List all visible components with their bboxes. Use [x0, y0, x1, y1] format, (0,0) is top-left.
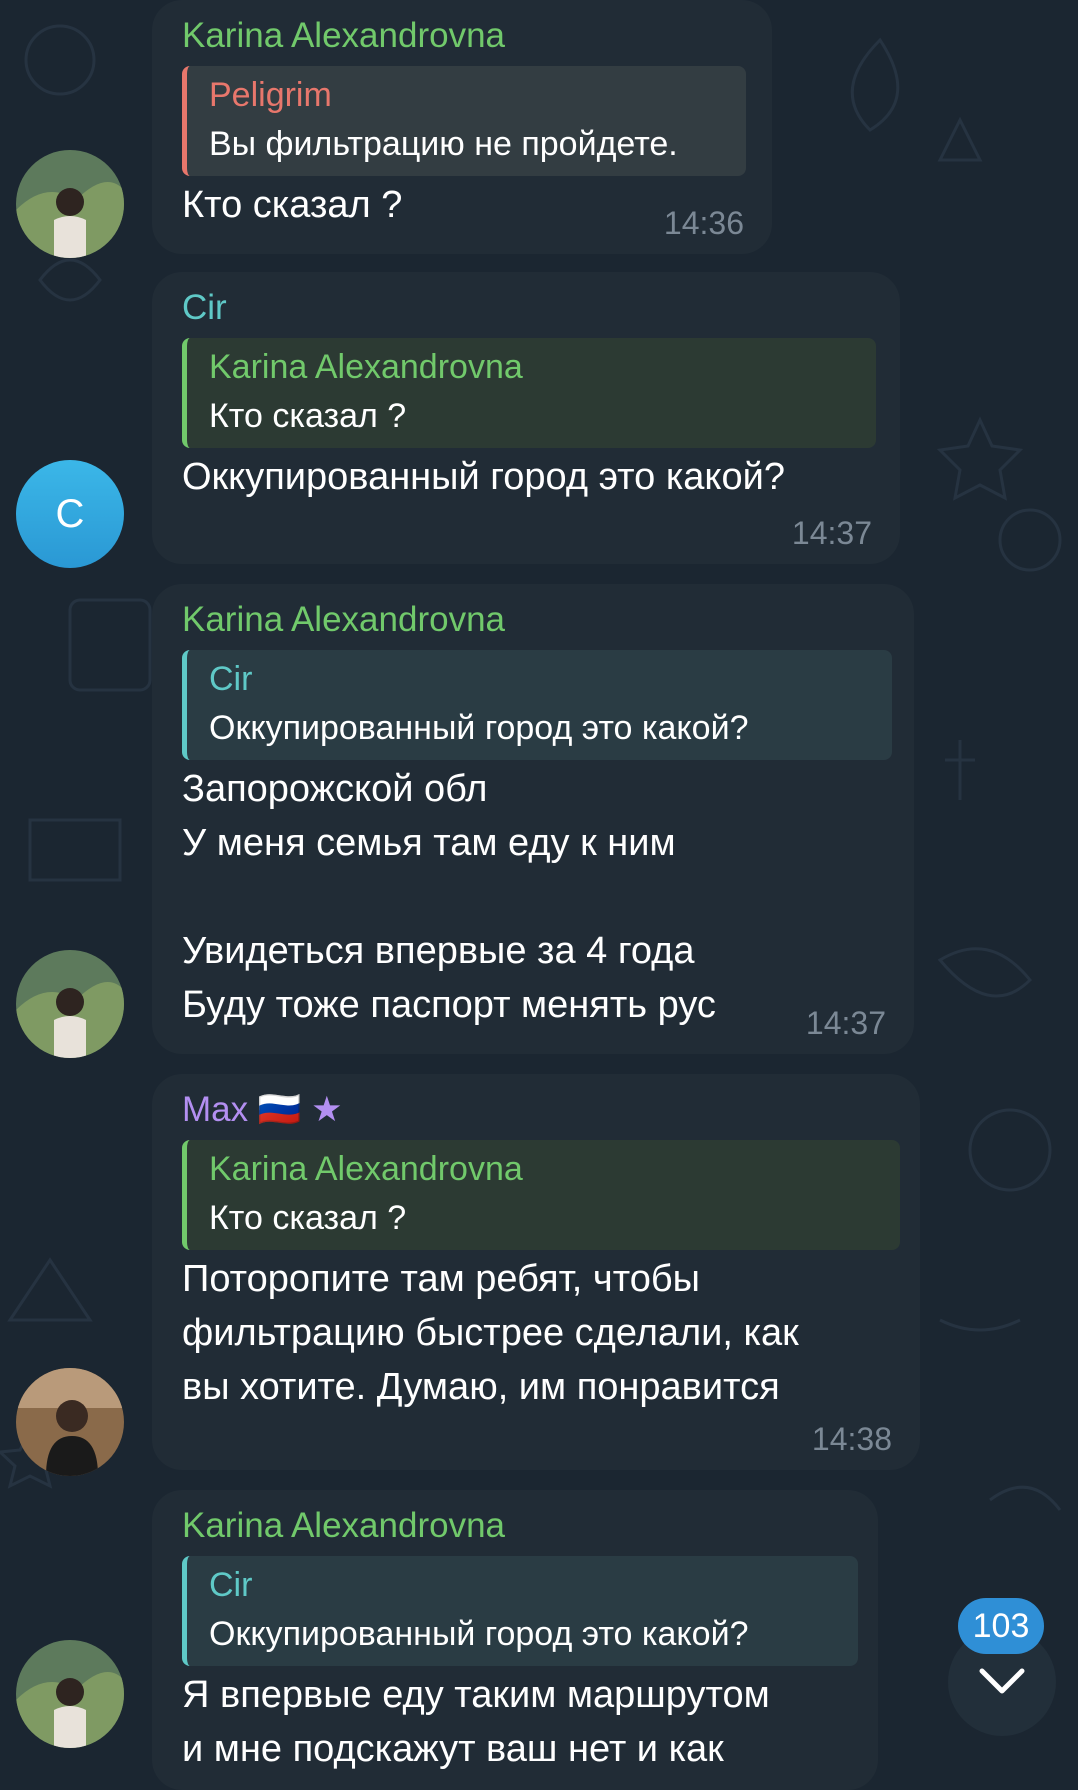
avatar-karina[interactable] — [16, 150, 124, 258]
reply-text: Оккупированный город это какой? — [209, 1615, 749, 1653]
message-time: 14:36 — [663, 205, 744, 241]
message-time: 14:37 — [791, 515, 872, 551]
avatar-karina[interactable] — [16, 1640, 124, 1748]
reply-quote[interactable]: Peligrim Вы фильтрацию не пройдете. — [182, 66, 746, 176]
reply-text: Вы фильтрацию не пройдете. — [209, 125, 678, 163]
message-text: Запорожской обл У меня семья там еду к н… — [182, 768, 716, 1026]
sender-name[interactable]: Karina Alexandrovna — [182, 598, 888, 642]
message-time: 14:38 — [811, 1421, 892, 1457]
unread-count-badge[interactable]: 103 — [958, 1598, 1044, 1654]
chevron-down-icon — [979, 1668, 1025, 1694]
message-text: Оккупированный город это какой? — [182, 456, 785, 498]
message-time: 14:37 — [805, 1005, 886, 1041]
message-text: Кто сказал ? — [182, 184, 403, 226]
reply-quote[interactable]: Cir Оккупированный город это какой? — [182, 1556, 858, 1666]
reply-quote[interactable]: Cir Оккупированный город это какой? — [182, 650, 892, 760]
avatar-karina-photo — [16, 1640, 124, 1748]
message-text: Я впервые еду таким маршрутом и мне подс… — [182, 1674, 770, 1770]
sender-name[interactable]: Cir — [182, 286, 874, 330]
message-bubble[interactable]: Karina Alexandrovna Cir Оккупированный г… — [152, 1490, 878, 1790]
reply-text: Оккупированный город это какой? — [209, 709, 749, 747]
reply-sender: Karina Alexandrovna — [209, 348, 523, 386]
reply-quote[interactable]: Karina Alexandrovna Кто сказал ? — [182, 338, 876, 448]
reply-sender: Peligrim — [209, 76, 332, 114]
avatar-cir[interactable]: C — [16, 460, 124, 568]
message-bubble[interactable]: Cir Karina Alexandrovna Кто сказал ? Окк… — [152, 272, 900, 564]
avatar-karina-photo — [16, 950, 124, 1058]
sender-name[interactable]: Karina Alexandrovna — [182, 1504, 852, 1548]
message-bubble[interactable]: Karina Alexandrovna Peligrim Вы фильтрац… — [152, 0, 772, 254]
message-text: Поторопите там ребят, чтобы фильтрацию б… — [182, 1258, 799, 1408]
message-bubble[interactable]: Max 🇷🇺 ★ Karina Alexandrovna Кто сказал … — [152, 1074, 920, 1470]
reply-quote[interactable]: Karina Alexandrovna Кто сказал ? — [182, 1140, 900, 1250]
reply-sender: Cir — [209, 660, 253, 698]
sender-name[interactable]: Max 🇷🇺 ★ — [182, 1088, 894, 1132]
sender-name[interactable]: Karina Alexandrovna — [182, 14, 746, 58]
reply-sender: Cir — [209, 1566, 253, 1604]
reply-sender: Karina Alexandrovna — [209, 1150, 523, 1188]
avatar-letter: C — [55, 491, 85, 536]
reply-text: Кто сказал ? — [209, 1199, 407, 1237]
message-bubble[interactable]: Karina Alexandrovna Cir Оккупированный г… — [152, 584, 914, 1054]
avatar-karina[interactable] — [16, 950, 124, 1058]
avatar-max-photo — [16, 1368, 124, 1476]
reply-text: Кто сказал ? — [209, 397, 407, 435]
avatar-max[interactable] — [16, 1368, 124, 1476]
avatar-karina-photo — [16, 150, 124, 258]
